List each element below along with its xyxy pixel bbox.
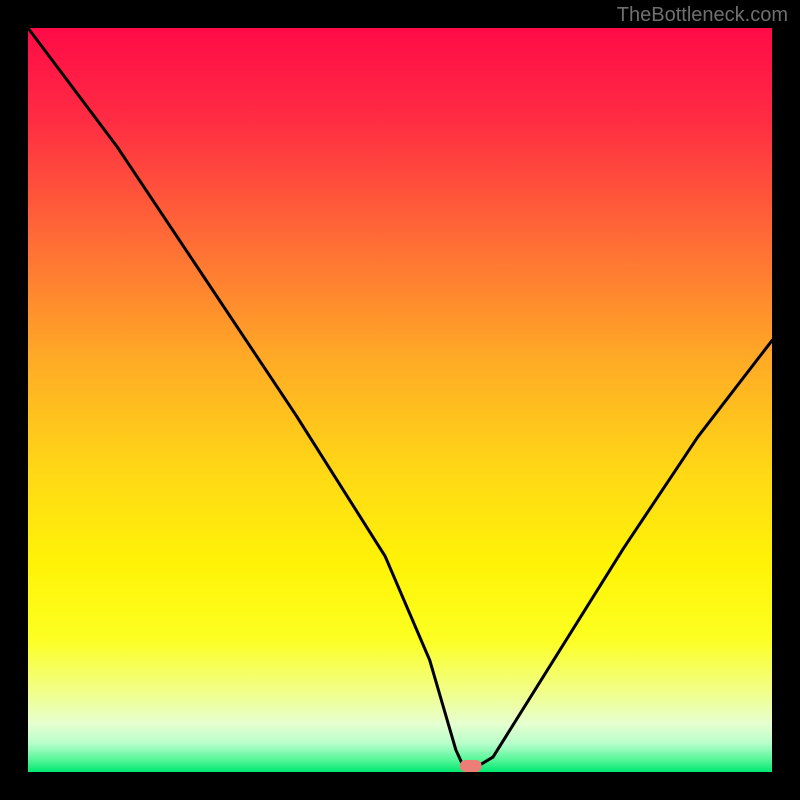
optimal-point-marker — [460, 760, 482, 772]
attribution-text: TheBottleneck.com — [617, 4, 788, 27]
bottleneck-chart — [28, 28, 772, 772]
heat-gradient-background — [28, 28, 772, 772]
chart-frame: TheBottleneck.com — [0, 0, 800, 800]
